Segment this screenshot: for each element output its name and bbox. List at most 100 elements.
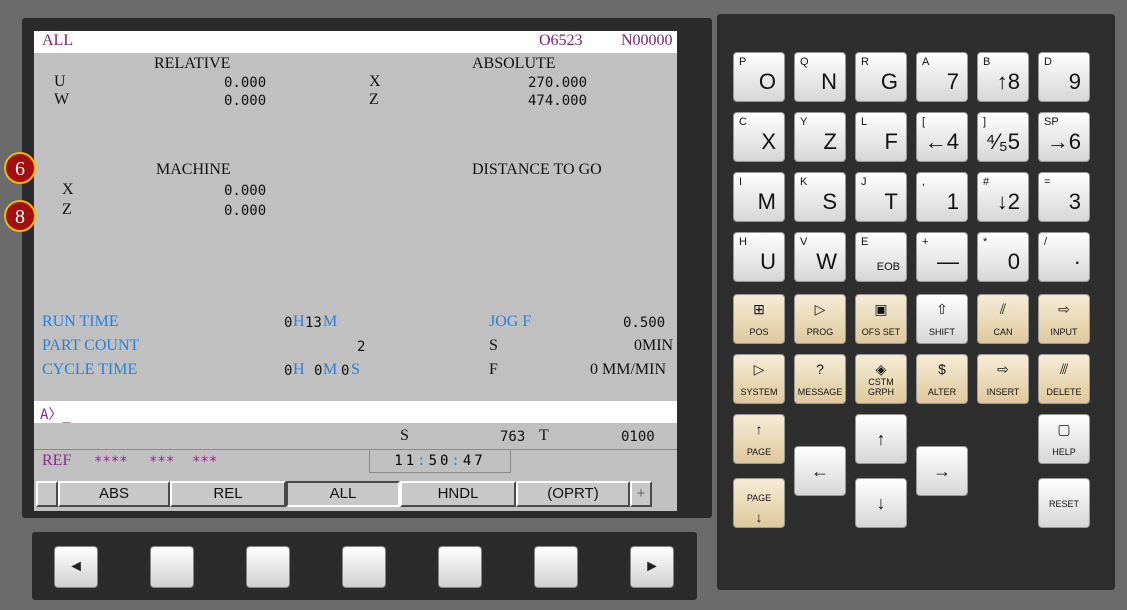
can-icon: ⫽ bbox=[999, 301, 1007, 317]
hardware-softkey-3[interactable] bbox=[342, 546, 386, 588]
s-line-label: S bbox=[489, 337, 498, 354]
page-down-button[interactable]: PAGE ↓ bbox=[733, 478, 785, 528]
key-2[interactable]: # ↓2 bbox=[977, 172, 1029, 222]
key-main-label: 3 bbox=[1068, 189, 1081, 214]
delete-button[interactable]: ⫻ DELETE bbox=[1038, 354, 1090, 404]
cstm-grph-icon: ◈ bbox=[875, 361, 887, 377]
absolute-title: ABSOLUTE bbox=[472, 55, 556, 72]
key-7[interactable]: A7 bbox=[916, 52, 968, 102]
input-label: INPUT bbox=[1050, 327, 1078, 337]
key-1[interactable]: ,1 bbox=[916, 172, 968, 222]
key-main-label: ⁴⁄₅5 bbox=[985, 129, 1020, 154]
alter-button[interactable]: $ ALTER bbox=[916, 354, 968, 404]
input-button[interactable]: ⇨ INPUT bbox=[1038, 294, 1090, 344]
message-button[interactable]: ? MESSAGE bbox=[794, 354, 846, 404]
softkey-hndl[interactable]: HNDL bbox=[400, 481, 516, 507]
screen-header: ALL O6523 N00000 bbox=[34, 31, 677, 53]
cstm-grph-button[interactable]: ◈ CSTM GRPH bbox=[855, 354, 907, 404]
absolute-z-value: 474.000 bbox=[528, 93, 588, 109]
key-minus[interactable]: + — bbox=[916, 232, 968, 282]
key-sub-label: [ bbox=[922, 116, 926, 128]
key-N[interactable]: QN bbox=[794, 52, 846, 102]
help-button[interactable]: ▢ HELP bbox=[1038, 414, 1090, 464]
cycle-time-seconds: 0 bbox=[341, 363, 350, 379]
key-0[interactable]: * 0 bbox=[977, 232, 1029, 282]
cnc-panel: ALL O6523 N00000 RELATIVE ABSOLUTE U 0.0… bbox=[0, 0, 1127, 610]
run-time-hours: 0 bbox=[284, 315, 293, 331]
can-button[interactable]: ⫽ CAN bbox=[977, 294, 1029, 344]
key-sub-label: A bbox=[922, 56, 930, 68]
cursor-down-button[interactable]: ↓ bbox=[855, 478, 907, 528]
key-U[interactable]: HU bbox=[733, 232, 785, 282]
tool-label: T bbox=[539, 427, 549, 444]
softkey-next[interactable]: + bbox=[630, 481, 652, 507]
key-S[interactable]: KS bbox=[794, 172, 846, 222]
softkey-all[interactable]: ALL bbox=[286, 481, 400, 507]
key-6[interactable]: SP →6 bbox=[1038, 112, 1090, 162]
key-sub-label: C bbox=[739, 116, 747, 128]
pos-button[interactable]: ⊞ POS bbox=[733, 294, 785, 344]
key-sub-label: Y bbox=[800, 116, 808, 128]
left-arrow-button[interactable]: ◄ bbox=[54, 546, 98, 588]
key-sub-label: SP bbox=[1044, 116, 1059, 128]
cnc-screen: ALL O6523 N00000 RELATIVE ABSOLUTE U 0.0… bbox=[34, 31, 677, 511]
key-M[interactable]: IM bbox=[733, 172, 785, 222]
softkey-oprt[interactable]: (OPRT) bbox=[516, 481, 630, 507]
system-button[interactable]: ▷ SYSTEM bbox=[733, 354, 785, 404]
key-main-label: O bbox=[758, 69, 776, 94]
softkey-return[interactable] bbox=[36, 481, 58, 507]
key-4[interactable]: [←4 bbox=[916, 112, 968, 162]
key-sub-label: * bbox=[983, 236, 988, 248]
pos-label: POS bbox=[749, 327, 769, 337]
cycle-time-hours-unit: H bbox=[293, 361, 305, 378]
key-Z[interactable]: YZ bbox=[794, 112, 846, 162]
key-X[interactable]: CX bbox=[733, 112, 785, 162]
f-line-value: 0 MM/MIN bbox=[590, 361, 667, 378]
input-icon: ⇨ bbox=[1058, 301, 1070, 317]
clock-seconds: 47 bbox=[462, 453, 486, 469]
run-time-minutes: 13 bbox=[305, 315, 322, 331]
page-up-button[interactable]: ↑ PAGE bbox=[733, 414, 785, 464]
program-number: O6523 bbox=[539, 32, 583, 49]
key-main-label: Z bbox=[823, 129, 837, 154]
key-3[interactable]: = 3 bbox=[1038, 172, 1090, 222]
shift-button[interactable]: ⇧ SHIFT bbox=[916, 294, 968, 344]
reset-button[interactable]: RESET bbox=[1038, 478, 1090, 528]
sequence-number: N00000 bbox=[621, 32, 673, 49]
cursor-up-button[interactable]: ↑ bbox=[855, 414, 907, 464]
machine-x-value: 0.000 bbox=[224, 183, 267, 199]
absolute-x-value: 270.000 bbox=[528, 75, 588, 91]
key-G[interactable]: RG bbox=[855, 52, 907, 102]
key-W[interactable]: VW bbox=[794, 232, 846, 282]
cycle-time-hours: 0 bbox=[284, 363, 293, 379]
input-line[interactable]: A〉_ bbox=[34, 401, 677, 423]
hardware-softkey-5[interactable] bbox=[534, 546, 578, 588]
absolute-z-label: Z bbox=[369, 91, 379, 108]
ofs-set-button[interactable]: ▣ OFS SET bbox=[855, 294, 907, 344]
insert-button[interactable]: ⇨ INSERT bbox=[977, 354, 1029, 404]
softkey-rel[interactable]: REL bbox=[170, 481, 286, 507]
key-T[interactable]: JT bbox=[855, 172, 907, 222]
hardware-softkey-2[interactable] bbox=[246, 546, 290, 588]
hardware-softkey-4[interactable] bbox=[438, 546, 482, 588]
key-8[interactable]: B ↑8 bbox=[977, 52, 1029, 102]
shift-label: SHIFT bbox=[929, 327, 955, 337]
part-count-label: PART COUNT bbox=[42, 337, 140, 354]
can-label: CAN bbox=[993, 327, 1013, 337]
cursor-right-button[interactable]: → bbox=[916, 446, 968, 496]
ofs-set-icon: ▣ bbox=[874, 301, 888, 317]
machine-z-value: 0.000 bbox=[224, 203, 267, 219]
key-O[interactable]: PO bbox=[733, 52, 785, 102]
cycle-time-minutes-unit: M bbox=[323, 361, 338, 378]
hardware-softkey-1[interactable] bbox=[150, 546, 194, 588]
cursor-left-button[interactable]: ← bbox=[794, 446, 846, 496]
key-9[interactable]: D9 bbox=[1038, 52, 1090, 102]
key-F[interactable]: LF bbox=[855, 112, 907, 162]
key-main-label: F bbox=[884, 129, 898, 154]
softkey-abs[interactable]: ABS bbox=[58, 481, 170, 507]
prog-button[interactable]: ▷ PROG bbox=[794, 294, 846, 344]
key-EOB[interactable]: E EOB bbox=[855, 232, 907, 282]
right-arrow-button[interactable]: ► bbox=[630, 546, 674, 588]
key-5[interactable]: ] ⁴⁄₅5 bbox=[977, 112, 1029, 162]
key-dot[interactable]: / · bbox=[1038, 232, 1090, 282]
